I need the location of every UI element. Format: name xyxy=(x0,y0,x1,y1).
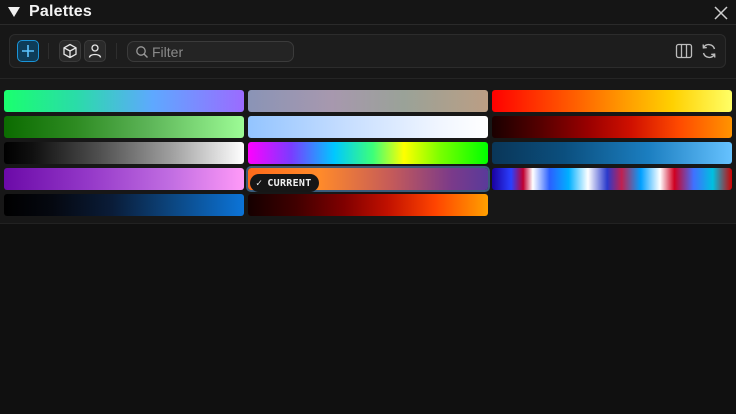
palette-swatch[interactable] xyxy=(492,168,732,190)
check-icon: ✓ xyxy=(256,177,263,189)
palette-swatch[interactable] xyxy=(248,194,488,216)
builtin-palettes-button[interactable] xyxy=(59,40,81,62)
user-icon xyxy=(88,44,102,58)
refresh-icon[interactable] xyxy=(699,41,719,61)
filter-field[interactable] xyxy=(127,41,294,62)
palette-swatch[interactable] xyxy=(248,116,488,138)
palette-swatch[interactable] xyxy=(4,168,244,190)
filter-input[interactable] xyxy=(152,43,290,60)
current-badge-label: CURRENT xyxy=(267,177,312,189)
collapse-triangle-icon[interactable] xyxy=(8,7,20,17)
panel-titlebar: Palettes xyxy=(0,0,736,25)
palette-swatch[interactable] xyxy=(248,90,488,112)
palette-swatch[interactable] xyxy=(4,194,244,216)
toolbar-divider xyxy=(116,43,117,59)
panel-title: Palettes xyxy=(29,3,92,20)
search-icon xyxy=(136,46,148,58)
palette-swatch[interactable] xyxy=(4,142,244,164)
user-palettes-button[interactable] xyxy=(84,40,106,62)
palette-swatch[interactable] xyxy=(492,116,732,138)
palette-swatch[interactable] xyxy=(4,90,244,112)
palette-swatch[interactable] xyxy=(248,142,488,164)
palette-toolbar xyxy=(9,34,726,68)
palette-swatch[interactable] xyxy=(492,142,732,164)
plus-icon xyxy=(22,45,34,57)
cube-icon xyxy=(63,43,77,59)
toolbar-divider xyxy=(48,43,49,59)
palettes-panel: Palettes Filter ✓ CURRENT xyxy=(0,0,736,224)
palette-swatch[interactable] xyxy=(4,116,244,138)
add-palette-button[interactable] xyxy=(17,40,39,62)
palette-swatch[interactable] xyxy=(492,90,732,112)
toolbar-bottom-divider xyxy=(0,78,736,79)
current-palette-badge: ✓ CURRENT xyxy=(250,174,319,192)
close-icon[interactable] xyxy=(712,4,730,22)
columns-view-icon[interactable] xyxy=(674,41,694,61)
